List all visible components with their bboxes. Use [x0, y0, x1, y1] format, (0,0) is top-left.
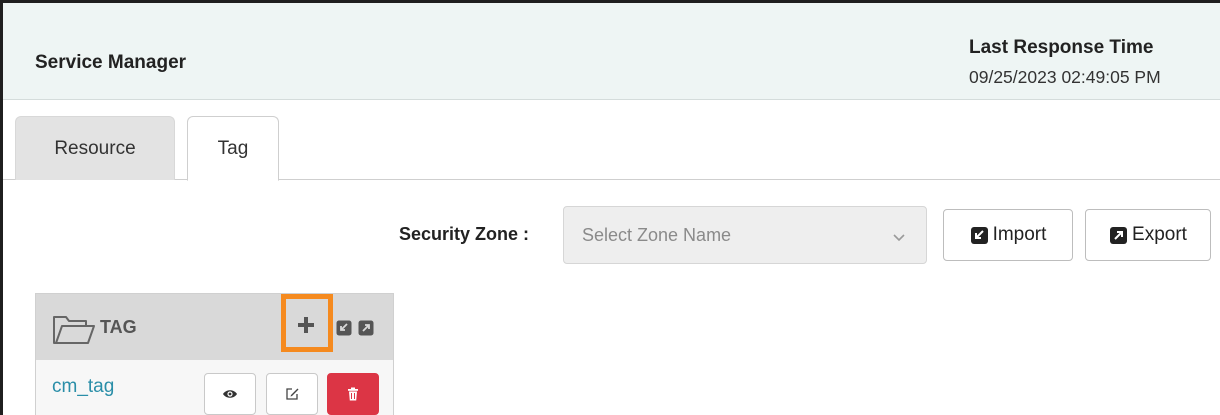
- export-button-label: Export: [1132, 224, 1187, 245]
- trash-icon: [348, 387, 358, 401]
- import-button[interactable]: Import: [943, 209, 1073, 261]
- export-button[interactable]: Export: [1085, 209, 1211, 261]
- export-icon: [1110, 226, 1128, 244]
- zone-select-placeholder: Select Zone Name: [582, 225, 732, 245]
- edit-icon: [286, 388, 299, 400]
- plus-icon[interactable]: [293, 312, 319, 338]
- tab-bar: Resource Tag: [3, 100, 1220, 181]
- tab-resource[interactable]: Resource: [15, 116, 175, 180]
- eye-icon: [223, 390, 237, 398]
- import-button-label: Import: [992, 224, 1047, 245]
- tag-import-icon[interactable]: [336, 320, 352, 336]
- tag-panel-header: TAG: [36, 294, 393, 360]
- app-window: Service Manager Last Response Time 09/25…: [0, 0, 1220, 415]
- security-zone-label: Security Zone :: [399, 224, 530, 244]
- chevron-down-icon: [893, 234, 905, 242]
- tag-panel: TAG cm_tag: [35, 293, 394, 415]
- page-title: Service Manager: [35, 52, 187, 73]
- view-button[interactable]: [204, 373, 256, 415]
- last-response-label: Last Response Time: [969, 37, 1154, 58]
- folder-icon: [53, 316, 95, 344]
- tag-name-link[interactable]: cm_tag: [52, 376, 114, 398]
- security-zone-select[interactable]: Select Zone Name: [563, 206, 927, 264]
- page-header: Service Manager Last Response Time 09/25…: [3, 3, 1220, 100]
- edit-button[interactable]: [266, 373, 318, 415]
- list-item: cm_tag: [36, 360, 393, 415]
- tab-tag[interactable]: Tag: [187, 116, 279, 181]
- last-response-value: 09/25/2023 02:49:05 PM: [969, 67, 1161, 87]
- tag-panel-title: TAG: [100, 317, 137, 337]
- import-icon: [970, 226, 988, 244]
- tag-export-icon[interactable]: [358, 320, 374, 336]
- delete-button[interactable]: [327, 373, 379, 415]
